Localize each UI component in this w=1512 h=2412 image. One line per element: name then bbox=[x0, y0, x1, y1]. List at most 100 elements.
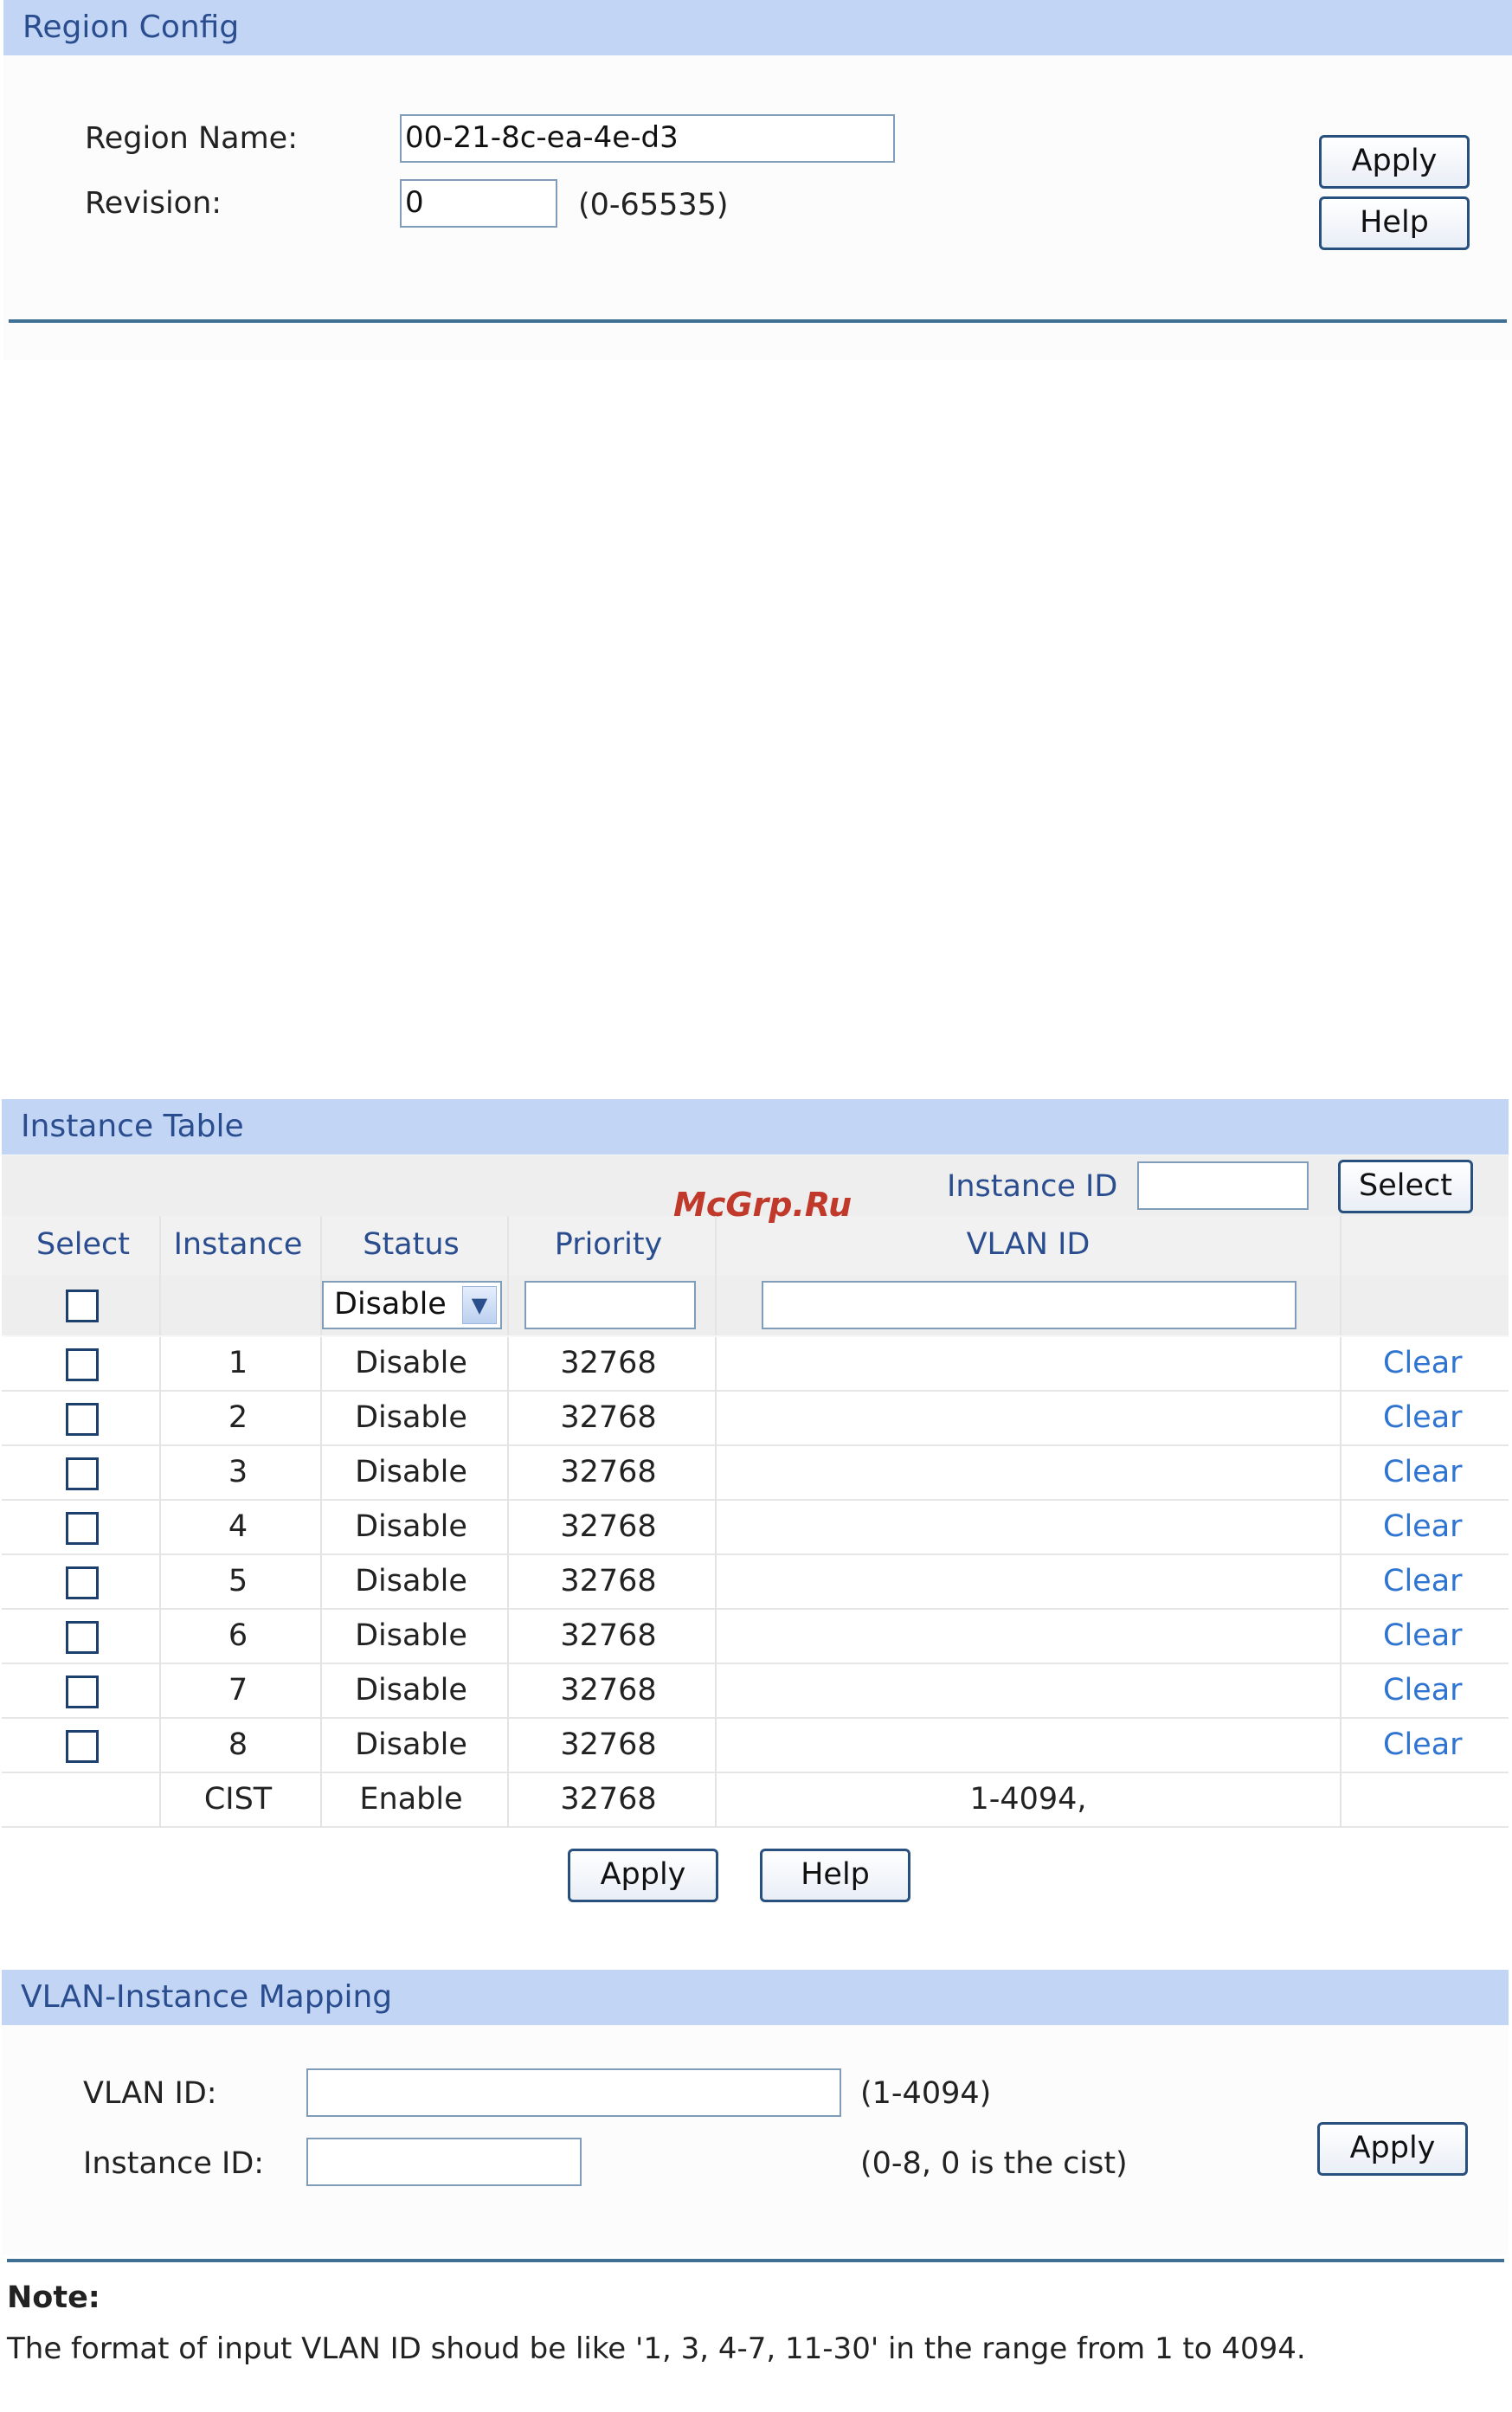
instance-id-range-hint: (0-8, 0 is the cist) bbox=[860, 2146, 1128, 2181]
region-name-label: Region Name: bbox=[85, 121, 298, 156]
column-divider bbox=[159, 1610, 161, 1664]
column-vlan-id: VLAN ID bbox=[966, 1227, 1091, 1262]
row-select-checkbox[interactable] bbox=[66, 1348, 99, 1381]
column-priority: Priority bbox=[554, 1227, 663, 1262]
row-priority: 32768 bbox=[560, 1727, 657, 1762]
row-priority: 32768 bbox=[560, 1673, 657, 1708]
batch-vlan-id-input[interactable] bbox=[762, 1281, 1296, 1329]
note-heading: Note: bbox=[7, 2280, 100, 2315]
row-clear-link[interactable]: Clear bbox=[1383, 1564, 1463, 1598]
mapping-instance-id-label: Instance ID: bbox=[83, 2146, 265, 2181]
region-config-title: Region Config bbox=[3, 0, 1512, 55]
row-status: Disable bbox=[355, 1455, 467, 1489]
row-instance: 4 bbox=[228, 1509, 248, 1544]
column-divider bbox=[320, 1719, 322, 1773]
column-divider bbox=[320, 1555, 322, 1610]
row-clear-link[interactable]: Clear bbox=[1383, 1346, 1463, 1380]
row-clear-link[interactable]: Clear bbox=[1383, 1455, 1463, 1489]
batch-status-value: Disable bbox=[334, 1287, 447, 1322]
column-select: Select bbox=[36, 1227, 130, 1262]
row-select-checkbox[interactable] bbox=[66, 1403, 99, 1436]
column-divider bbox=[715, 1555, 717, 1610]
column-divider bbox=[159, 1216, 161, 1335]
column-divider bbox=[507, 1719, 509, 1773]
row-clear-link[interactable]: Clear bbox=[1383, 1400, 1463, 1435]
row-clear-link[interactable]: Clear bbox=[1383, 1727, 1463, 1762]
region-apply-button[interactable]: Apply bbox=[1319, 135, 1470, 189]
column-status: Status bbox=[363, 1227, 460, 1262]
mapping-instance-id-input[interactable] bbox=[306, 2138, 582, 2186]
column-divider bbox=[159, 1446, 161, 1501]
row-select-checkbox[interactable] bbox=[66, 1730, 99, 1763]
revision-input[interactable]: 0 bbox=[400, 179, 557, 228]
instance-select-button[interactable]: Select bbox=[1338, 1160, 1473, 1213]
select-all-checkbox[interactable] bbox=[66, 1290, 99, 1322]
batch-priority-input[interactable] bbox=[524, 1281, 696, 1329]
column-divider bbox=[507, 1446, 509, 1501]
row-priority: 32768 bbox=[560, 1782, 657, 1817]
column-divider bbox=[1340, 1664, 1341, 1719]
region-help-button[interactable]: Help bbox=[1319, 196, 1470, 250]
row-status: Disable bbox=[355, 1509, 467, 1544]
column-divider bbox=[507, 1337, 509, 1392]
mapping-apply-button[interactable]: Apply bbox=[1317, 2122, 1468, 2176]
column-divider bbox=[507, 1664, 509, 1719]
row-select-checkbox[interactable] bbox=[66, 1621, 99, 1654]
row-status: Disable bbox=[355, 1346, 467, 1380]
column-divider bbox=[320, 1610, 322, 1664]
column-divider bbox=[507, 1501, 509, 1555]
row-select-checkbox[interactable] bbox=[66, 1676, 99, 1708]
column-divider bbox=[507, 1216, 509, 1335]
row-instance: CIST bbox=[203, 1782, 273, 1817]
column-divider bbox=[1340, 1610, 1341, 1664]
column-divider bbox=[159, 1773, 161, 1828]
row-select-checkbox[interactable] bbox=[66, 1566, 99, 1599]
row-clear-link[interactable]: Clear bbox=[1383, 1673, 1463, 1708]
row-status: Disable bbox=[355, 1400, 467, 1435]
row-status: Disable bbox=[355, 1618, 467, 1653]
mapping-divider bbox=[7, 2259, 1504, 2262]
column-instance: Instance bbox=[173, 1227, 303, 1262]
column-divider bbox=[159, 1719, 161, 1773]
column-divider bbox=[1340, 1555, 1341, 1610]
row-status: Disable bbox=[355, 1673, 467, 1708]
instance-id-search-label: Instance ID bbox=[947, 1169, 1118, 1204]
vlan-id-input[interactable] bbox=[306, 2068, 841, 2117]
row-clear-link[interactable]: Clear bbox=[1383, 1509, 1463, 1544]
region-config-panel: Region Config bbox=[3, 0, 1512, 360]
column-divider bbox=[715, 1719, 717, 1773]
column-divider bbox=[159, 1501, 161, 1555]
column-divider bbox=[1340, 1392, 1341, 1446]
column-divider bbox=[507, 1555, 509, 1610]
row-priority: 32768 bbox=[560, 1509, 657, 1544]
instance-apply-button[interactable]: Apply bbox=[568, 1849, 718, 1902]
column-divider bbox=[1340, 1501, 1341, 1555]
row-select-checkbox[interactable] bbox=[66, 1512, 99, 1545]
row-instance: 7 bbox=[228, 1673, 248, 1708]
vlan-id-label: VLAN ID: bbox=[83, 2076, 217, 2111]
row-instance: 8 bbox=[228, 1727, 248, 1762]
column-divider bbox=[320, 1216, 322, 1335]
watermark-text: McGrp.Ru bbox=[673, 1186, 853, 1224]
batch-status-select[interactable]: Disable ▼ bbox=[322, 1281, 502, 1329]
note-text: The format of input VLAN ID shoud be lik… bbox=[7, 2332, 1306, 2366]
column-divider bbox=[715, 1337, 717, 1392]
row-instance: 3 bbox=[228, 1455, 248, 1489]
vlan-mapping-title: VLAN-Instance Mapping bbox=[2, 1970, 1509, 2025]
column-divider bbox=[715, 1664, 717, 1719]
revision-range-hint: (0-65535) bbox=[578, 188, 729, 222]
column-divider bbox=[320, 1337, 322, 1392]
column-divider bbox=[1340, 1773, 1341, 1828]
row-priority: 32768 bbox=[560, 1455, 657, 1489]
row-clear-link[interactable]: Clear bbox=[1383, 1618, 1463, 1653]
column-divider bbox=[715, 1446, 717, 1501]
column-divider bbox=[320, 1446, 322, 1501]
column-divider bbox=[159, 1337, 161, 1392]
region-name-input[interactable]: 00-21-8c-ea-4e-d3 bbox=[400, 114, 895, 163]
chevron-down-icon[interactable]: ▼ bbox=[462, 1286, 497, 1324]
instance-id-search-input[interactable] bbox=[1137, 1161, 1309, 1210]
column-divider bbox=[507, 1392, 509, 1446]
instance-help-button[interactable]: Help bbox=[760, 1849, 910, 1902]
row-select-checkbox[interactable] bbox=[66, 1457, 99, 1490]
row-instance: 6 bbox=[228, 1618, 248, 1653]
